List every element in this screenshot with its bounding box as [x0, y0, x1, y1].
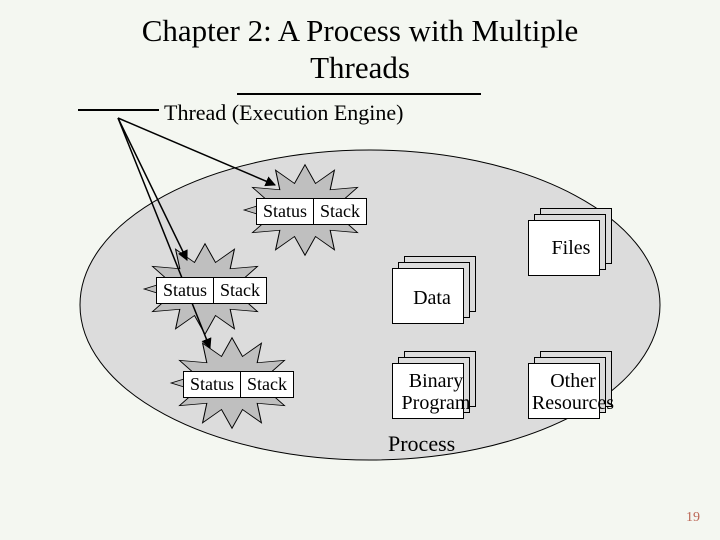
files-label: Files: [541, 237, 601, 260]
other-label: Other Resources: [523, 370, 623, 414]
other-label-text: Other Resources: [532, 370, 614, 414]
stack-cell: Stack: [240, 371, 294, 398]
stack-cell: Stack: [213, 277, 267, 304]
status-cell: Status: [256, 198, 314, 225]
status-cell: Status: [156, 277, 214, 304]
binary-label: Binary Program: [391, 370, 481, 414]
thread-box-3: Status Stack: [183, 371, 294, 398]
page-number: 19: [686, 510, 700, 526]
data-label: Data: [402, 287, 462, 310]
slide: Chapter 2: A Process with Multiple Threa…: [0, 0, 720, 540]
process-label: Process: [388, 431, 455, 457]
stack-cell: Stack: [313, 198, 367, 225]
status-cell: Status: [183, 371, 241, 398]
binary-label-text: Binary Program: [402, 370, 471, 414]
thread-box-1: Status Stack: [256, 198, 367, 225]
diagram-svg: [0, 0, 720, 540]
thread-box-2: Status Stack: [156, 277, 267, 304]
